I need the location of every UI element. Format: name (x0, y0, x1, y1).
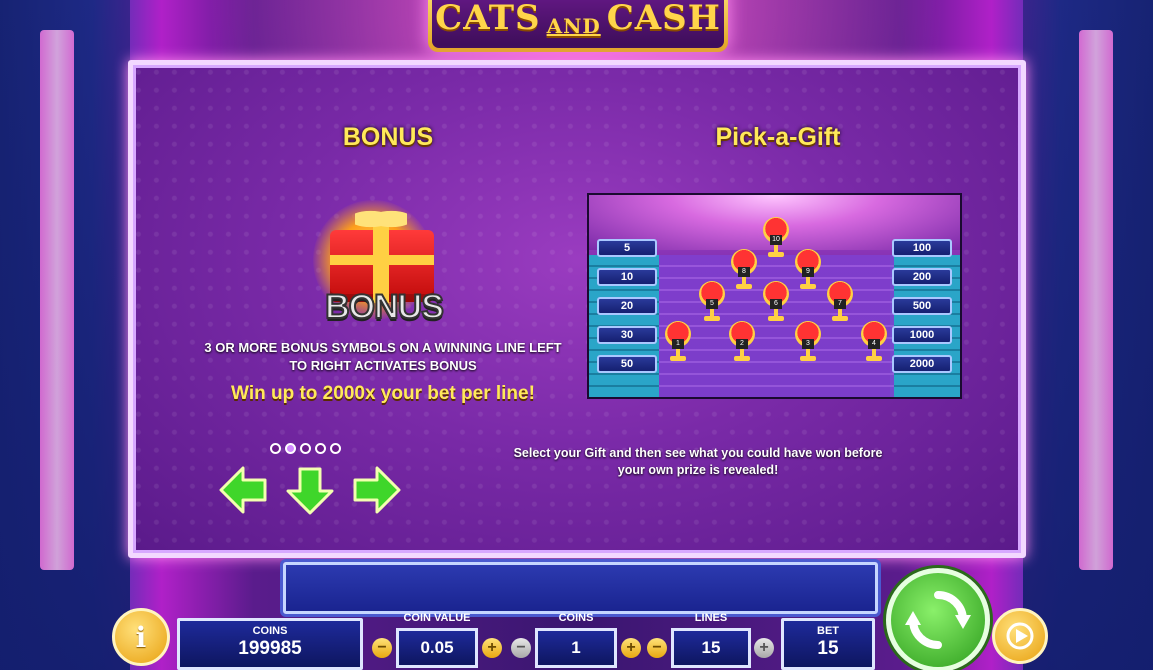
lines-label: LINES (694, 612, 728, 624)
coin-value-minus-button[interactable]: − (372, 638, 392, 658)
page-dot (270, 443, 281, 454)
bonus-rule-line-1: 3 OR MORE BONUS SYMBOLS ON A WINNING LIN… (204, 340, 562, 355)
arrow-left-icon (219, 466, 267, 514)
gift-trophy-icon: 4 (859, 321, 889, 365)
gift-trophy-icon: 3 (793, 321, 823, 365)
gift-trophy-icon: 10 (761, 217, 791, 261)
coin-value-plus-button[interactable]: + (482, 638, 502, 658)
lines-plus-button[interactable]: + (754, 638, 774, 658)
gift-trophy-icon: 1 (663, 321, 693, 365)
game-logo: CATS AND CASH (428, 0, 728, 52)
arrow-right-icon (353, 466, 401, 514)
prize-tag-left: 30 (597, 326, 657, 344)
page-dot (315, 443, 326, 454)
lines-display: 15 (671, 628, 751, 668)
page-dot (300, 443, 311, 454)
prize-tag-left: 5 (597, 239, 657, 257)
gift-trophy-icon: 8 (729, 249, 759, 293)
paytable-nav (217, 463, 403, 517)
bonus-rule-text: 3 OR MORE BONUS SYMBOLS ON A WINNING LIN… (183, 339, 583, 375)
message-bar (283, 562, 878, 614)
neon-pillar-right (1079, 30, 1113, 570)
coins-step-label: COINS (558, 612, 594, 624)
prize-tag-left: 50 (597, 355, 657, 373)
lines-stepper: LINES − 15 + (647, 612, 775, 670)
trophy-number: 6 (770, 299, 782, 309)
page-indicator (270, 443, 341, 454)
trophy-number: 2 (736, 339, 748, 349)
spin-button[interactable] (886, 568, 990, 670)
pick-a-gift-title: Pick-a-Gift (715, 123, 841, 151)
page-dot (285, 443, 296, 454)
gift-trophy-icon: 5 (697, 281, 727, 325)
bet-label: BET (817, 625, 839, 637)
close-paytable-button[interactable] (283, 463, 337, 517)
prize-tag-left: 20 (597, 297, 657, 315)
bonus-rule-line-2: TO RIGHT ACTIVATES BONUS (289, 358, 477, 373)
neon-pillar-left (40, 30, 74, 570)
spin-arrows-icon (905, 591, 971, 649)
coins-balance: COINS 199985 (177, 618, 363, 670)
lines-minus-button[interactable]: − (647, 638, 667, 658)
pick-desc-line-1: Select your Gift and then see what you c… (513, 446, 883, 460)
trophy-number: 8 (738, 267, 750, 277)
gift-trophy-icon: 2 (727, 321, 757, 365)
bet-display: BET 15 (781, 618, 875, 670)
autoplay-button[interactable] (992, 608, 1048, 664)
trophy-number: 9 (802, 267, 814, 277)
trophy-number: 7 (834, 299, 846, 309)
gift-trophy-icon: 9 (793, 249, 823, 293)
coins-balance-value: 199985 (238, 638, 302, 659)
previous-page-button[interactable] (217, 463, 271, 517)
info-icon: i (135, 620, 147, 654)
coins-minus-button[interactable]: − (511, 638, 531, 658)
coin-value-display: 0.05 (396, 628, 478, 668)
prize-tag-left: 10 (597, 268, 657, 286)
trophy-number: 1 (672, 339, 684, 349)
next-page-button[interactable] (349, 463, 403, 517)
arrow-down-icon (286, 467, 334, 515)
prize-tag-right: 200 (892, 268, 952, 286)
gift-trophy-icon: 6 (761, 281, 791, 325)
gift-trophy-icon: 7 (825, 281, 855, 325)
logo-word-cash: CASH (606, 0, 721, 38)
paytable-panel: BONUS Pick-a-Gift BONUS 3 OR MORE BONUS … (128, 60, 1026, 558)
prize-tag-right: 500 (892, 297, 952, 315)
bet-value: 15 (817, 638, 839, 659)
coins-step-display: 1 (535, 628, 617, 668)
autoplay-icon (1006, 622, 1034, 650)
max-win-text: Win up to 2000x your bet per line! (231, 383, 535, 404)
coins-plus-button[interactable]: + (621, 638, 641, 658)
pick-desc-line-2: your own prize is revealed! (617, 463, 779, 477)
prize-tag-right: 2000 (892, 355, 952, 373)
prize-tag-right: 100 (892, 239, 952, 257)
page-dot (330, 443, 341, 454)
coins-balance-label: COINS (252, 625, 288, 637)
prize-tag-right: 1000 (892, 326, 952, 344)
coin-value-stepper: COIN VALUE − 0.05 + (372, 612, 502, 670)
coin-value-label: COIN VALUE (403, 612, 471, 624)
trophy-number: 5 (706, 299, 718, 309)
pick-a-gift-preview-image: 5 10 20 30 50 100 200 500 1000 2000 10 8 9 5 6 7 1 2 3 4 (587, 193, 962, 399)
trophy-number: 10 (770, 235, 782, 245)
trophy-number: 3 (802, 339, 814, 349)
bonus-title: BONUS (342, 123, 434, 151)
trophy-number: 4 (868, 339, 880, 349)
pick-a-gift-description: Select your Gift and then see what you c… (483, 445, 913, 479)
logo-word-and: AND (546, 14, 601, 38)
info-button[interactable]: i (112, 608, 170, 666)
logo-word-cats: CATS (435, 0, 541, 38)
bonus-symbol-label: BONUS (324, 287, 445, 327)
coins-stepper: COINS − 1 + (511, 612, 641, 670)
